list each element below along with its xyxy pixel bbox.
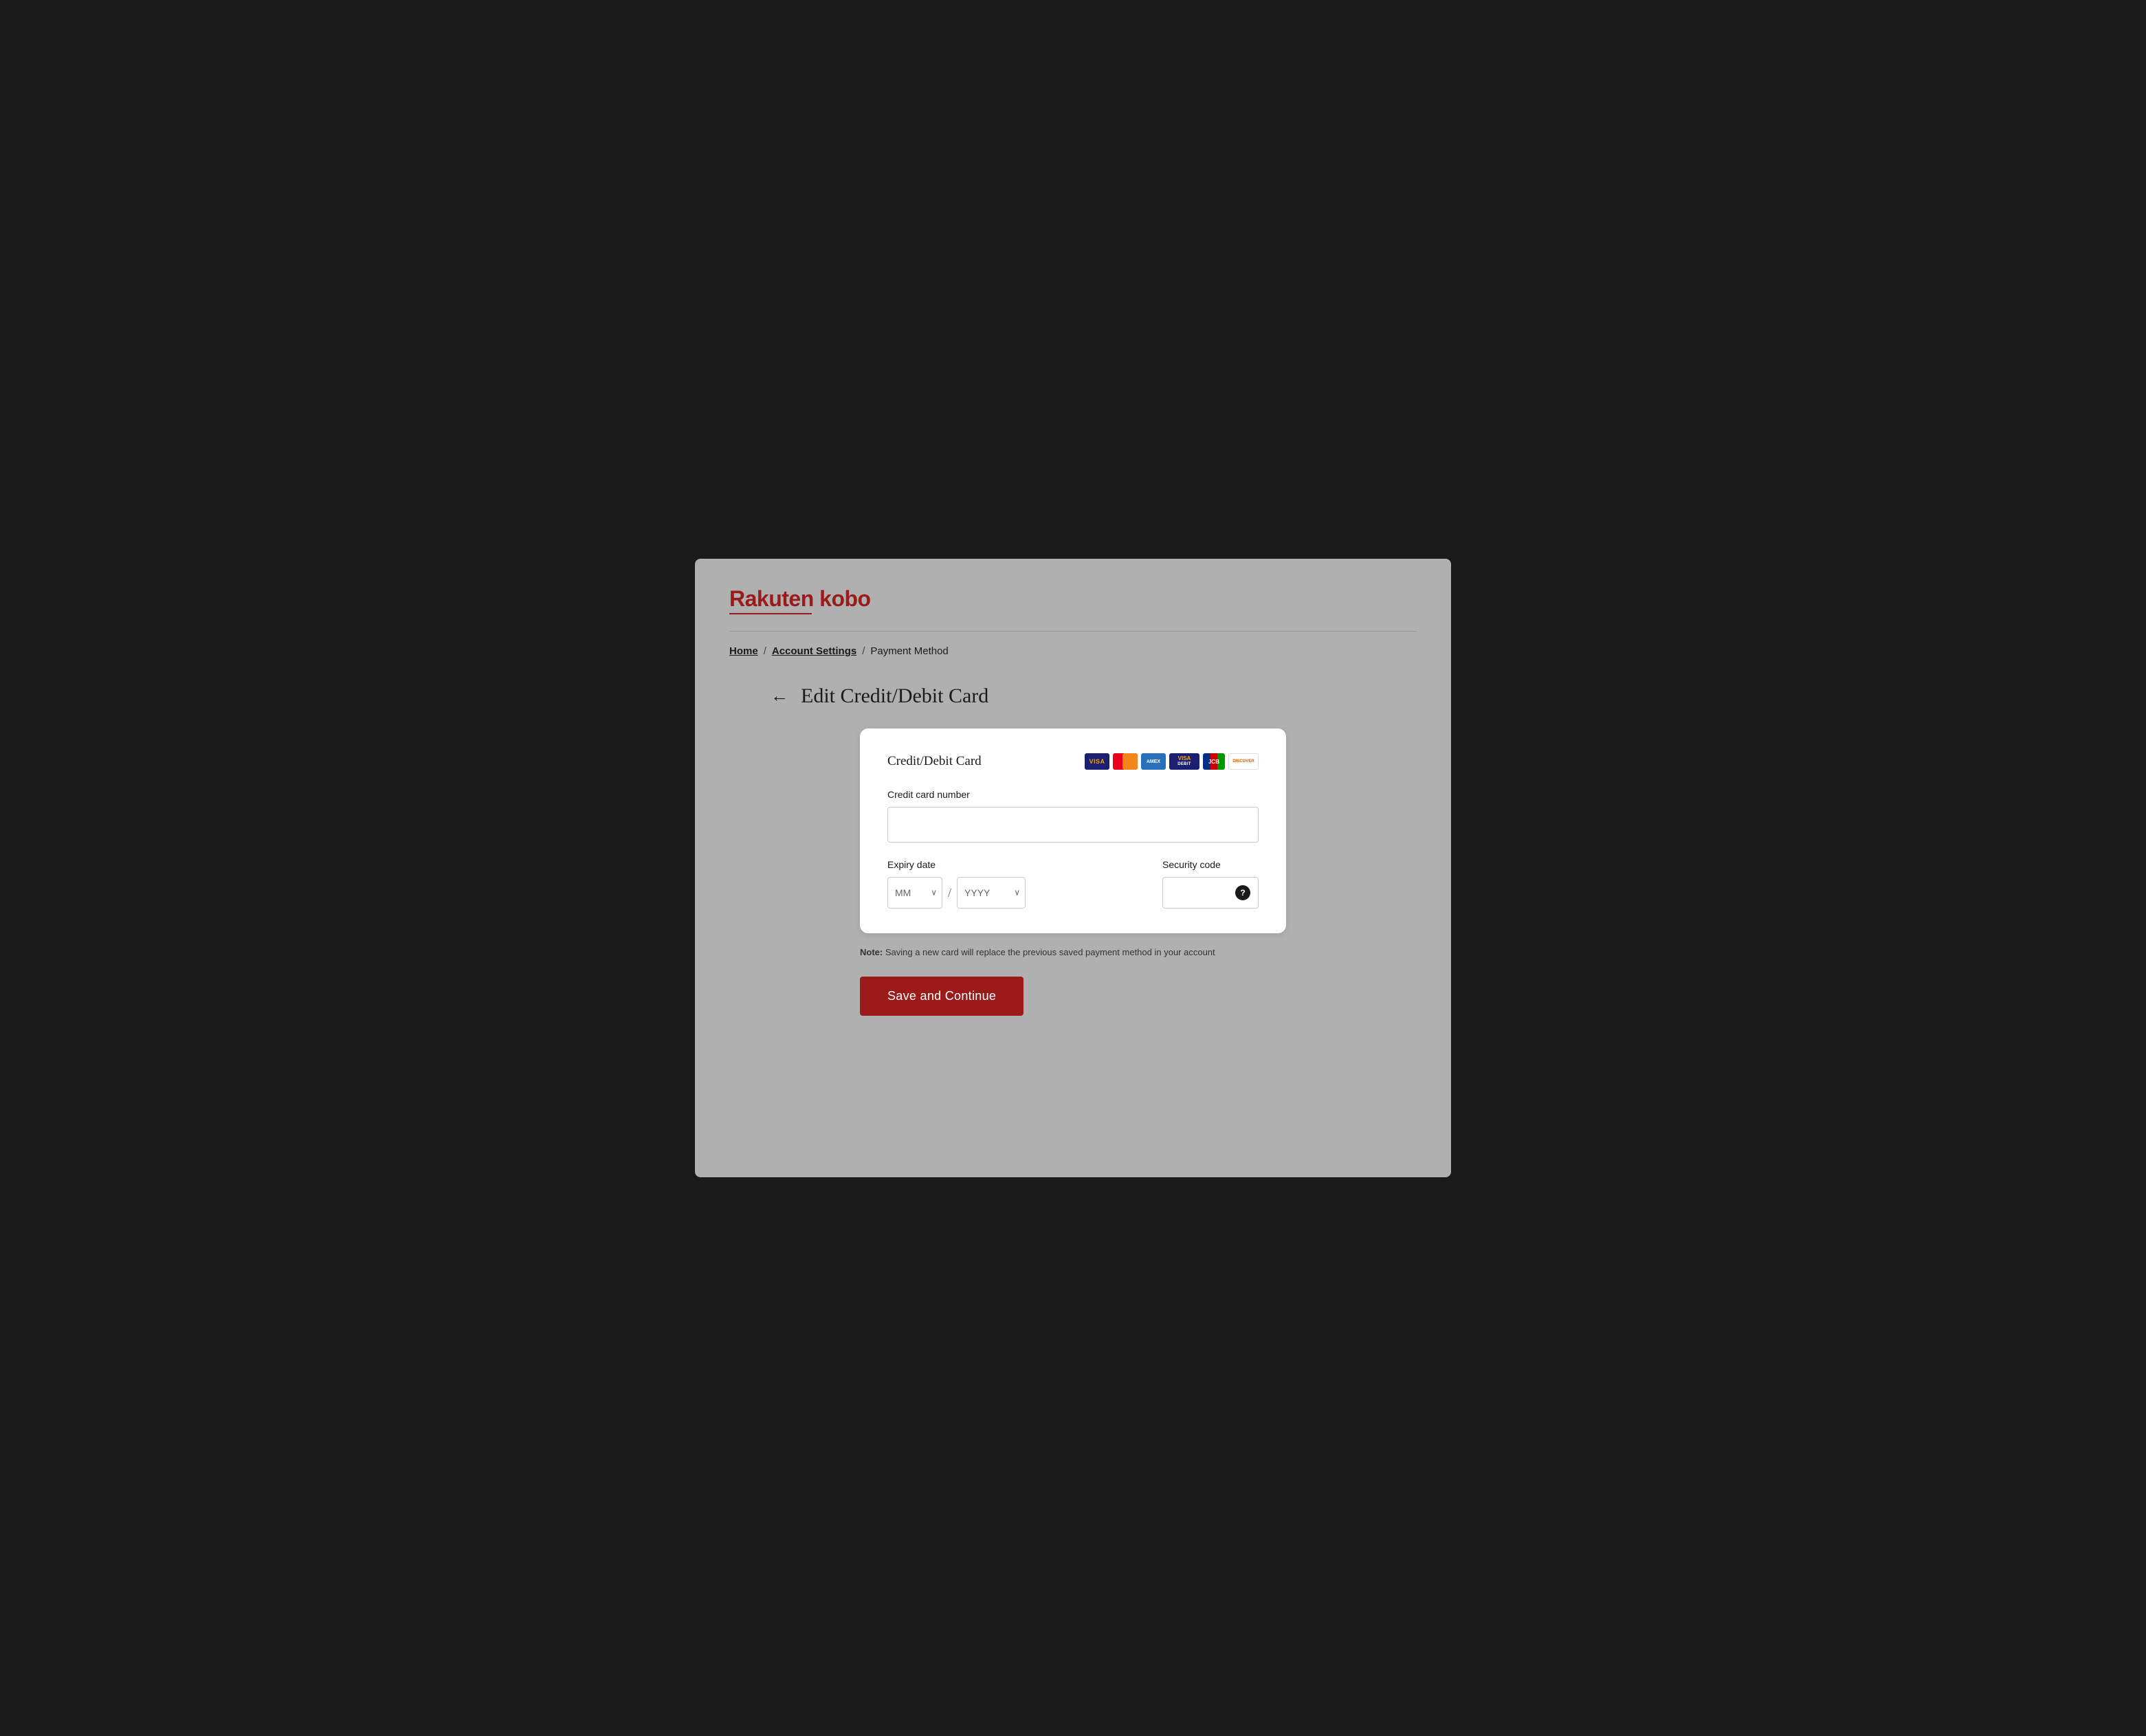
- visa-debit-logo: VISA DEBIT: [1169, 753, 1199, 770]
- security-help-icon[interactable]: ?: [1235, 885, 1250, 900]
- jcb-logo: JCB: [1203, 753, 1225, 770]
- logo-area: Rakuten kobo: [729, 586, 1417, 614]
- page-container: Rakuten kobo Home / Account Settings / P…: [695, 559, 1451, 1177]
- breadcrumb-sep1: /: [764, 645, 766, 657]
- logo: Rakuten kobo: [729, 586, 1417, 612]
- card-form-header: Credit/Debit Card VISA AMEX VISA DEBIT: [887, 753, 1259, 770]
- breadcrumb-account-settings[interactable]: Account Settings: [772, 645, 856, 657]
- discover-logo: DISCOVER: [1228, 753, 1259, 770]
- breadcrumb: Home / Account Settings / Payment Method: [729, 645, 1417, 657]
- back-arrow-icon[interactable]: ←: [771, 686, 788, 706]
- yyyy-select[interactable]: YYYY 2024202520262027 2028202920302031 2…: [957, 877, 1026, 909]
- card-logos: VISA AMEX VISA DEBIT JCB DISCOVE: [1085, 753, 1259, 770]
- logo-underline: [729, 613, 812, 614]
- mastercard-logo: [1113, 753, 1138, 770]
- mm-select-wrapper: MM 01020304 05060708 09101112: [887, 877, 942, 909]
- save-and-continue-button[interactable]: Save and Continue: [860, 977, 1024, 1016]
- card-form-title: Credit/Debit Card: [887, 754, 982, 769]
- expiry-security-row: Expiry date MM 01020304 05060708 0910111…: [887, 859, 1259, 909]
- header-divider: [729, 631, 1417, 632]
- credit-card-number-input[interactable]: [887, 807, 1259, 843]
- breadcrumb-home[interactable]: Home: [729, 645, 758, 657]
- note-prefix: Note:: [860, 947, 883, 957]
- credit-card-number-field: Credit card number: [887, 789, 1259, 859]
- breadcrumb-current: Payment Method: [870, 645, 948, 657]
- expiry-section: Expiry date MM 01020304 05060708 0910111…: [887, 859, 1135, 909]
- credit-card-number-label: Credit card number: [887, 789, 1259, 800]
- note-body: Saving a new card will replace the previ…: [883, 947, 1215, 957]
- page-header: ← Edit Credit/Debit Card: [771, 685, 988, 708]
- form-area: Credit/Debit Card VISA AMEX VISA DEBIT: [860, 728, 1286, 1016]
- save-button-wrapper: Save and Continue: [860, 977, 1286, 1016]
- mm-select[interactable]: MM 01020304 05060708 09101112: [887, 877, 942, 909]
- page-title: Edit Credit/Debit Card: [801, 685, 988, 708]
- security-code-label: Security code: [1162, 859, 1259, 870]
- note-text: Note: Saving a new card will replace the…: [860, 947, 1286, 957]
- expiry-label: Expiry date: [887, 859, 1135, 870]
- amex-logo: AMEX: [1141, 753, 1166, 770]
- card-form-container: Credit/Debit Card VISA AMEX VISA DEBIT: [860, 728, 1286, 933]
- security-input-wrapper: ?: [1162, 877, 1259, 909]
- expiry-inputs: MM 01020304 05060708 09101112 / YYYY: [887, 877, 1135, 909]
- visa-logo: VISA: [1085, 753, 1109, 770]
- main-content: ← Edit Credit/Debit Card Credit/Debit Ca…: [729, 685, 1417, 1016]
- yyyy-select-wrapper: YYYY 2024202520262027 2028202920302031 2…: [957, 877, 1026, 909]
- security-section: Security code ?: [1162, 859, 1259, 909]
- expiry-slash: /: [948, 886, 951, 900]
- breadcrumb-sep2: /: [862, 645, 865, 657]
